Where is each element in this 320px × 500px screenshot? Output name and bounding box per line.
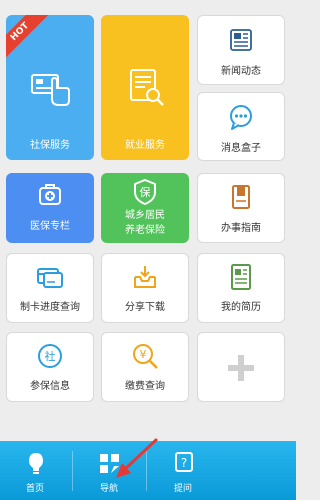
medical-insurance-tile[interactable]: 医保专栏 [6, 173, 94, 243]
document-search-icon [130, 69, 164, 106]
lightbulb-icon [29, 453, 43, 474]
insurance-info-label: 参保信息 [30, 381, 70, 392]
plus-icon [228, 355, 254, 381]
medical-kit-icon [39, 184, 61, 205]
chat-bubble-icon [230, 105, 252, 130]
insurance-badge-icon: 社 [38, 344, 62, 368]
social-security-tile[interactable]: HOT 社保服务 [6, 15, 94, 160]
share-download-tile[interactable]: 分享下载 [101, 253, 189, 323]
resume-icon [231, 264, 251, 290]
resume-label: 我的简历 [221, 302, 261, 313]
message-box-tile[interactable]: 消息盒子 [197, 92, 285, 161]
nav-home-button[interactable]: 首页 [0, 441, 70, 500]
employment-label: 就业服务 [125, 140, 165, 151]
card-progress-tile[interactable]: 制卡进度查询 [6, 253, 94, 323]
payment-query-label: 缴费查询 [125, 381, 165, 392]
svg-text:社: 社 [45, 349, 56, 363]
svg-text:保: 保 [140, 185, 151, 199]
resume-tile[interactable]: 我的简历 [197, 253, 285, 323]
nav-navigation-label: 导航 [99, 484, 118, 494]
card-hand-icon [31, 74, 70, 106]
news-label: 新闻动态 [221, 66, 261, 77]
shield-icon: 保 [134, 178, 156, 206]
question-icon: ? [175, 452, 193, 472]
download-tray-icon [134, 266, 156, 288]
urban-rural-label-line2: 养老保险 [125, 225, 165, 236]
share-download-label: 分享下载 [125, 302, 165, 313]
social-security-label: 社保服务 [30, 140, 70, 151]
newspaper-icon [230, 29, 252, 51]
yuan-search-icon: ¥ [133, 344, 158, 369]
message-box-label: 消息盒子 [221, 143, 261, 154]
add-tile[interactable] [197, 332, 285, 402]
card-progress-label: 制卡进度查询 [20, 302, 80, 313]
card-progress-icon [37, 268, 63, 288]
urban-rural-pension-tile[interactable]: 保 城乡居民 养老保险 [101, 173, 189, 243]
news-tile[interactable]: 新闻动态 [197, 15, 285, 85]
svg-text:¥: ¥ [140, 348, 147, 361]
hot-badge: HOT [6, 15, 49, 61]
nav-divider [72, 451, 73, 491]
insurance-info-tile[interactable]: 社 参保信息 [6, 332, 94, 402]
nav-home-label: 首页 [25, 484, 44, 494]
guide-label: 办事指南 [221, 223, 261, 234]
employment-tile[interactable]: 就业服务 [101, 15, 189, 160]
book-icon [232, 185, 250, 209]
annotation-arrow-icon [116, 438, 158, 478]
medical-insurance-label: 医保专栏 [30, 221, 70, 232]
svg-text:?: ? [181, 456, 187, 470]
payment-query-tile[interactable]: ¥ 缴费查询 [101, 332, 189, 402]
urban-rural-label-line1: 城乡居民 [125, 210, 165, 221]
guide-tile[interactable]: 办事指南 [197, 173, 285, 243]
nav-questions-label: 提问 [173, 484, 192, 494]
